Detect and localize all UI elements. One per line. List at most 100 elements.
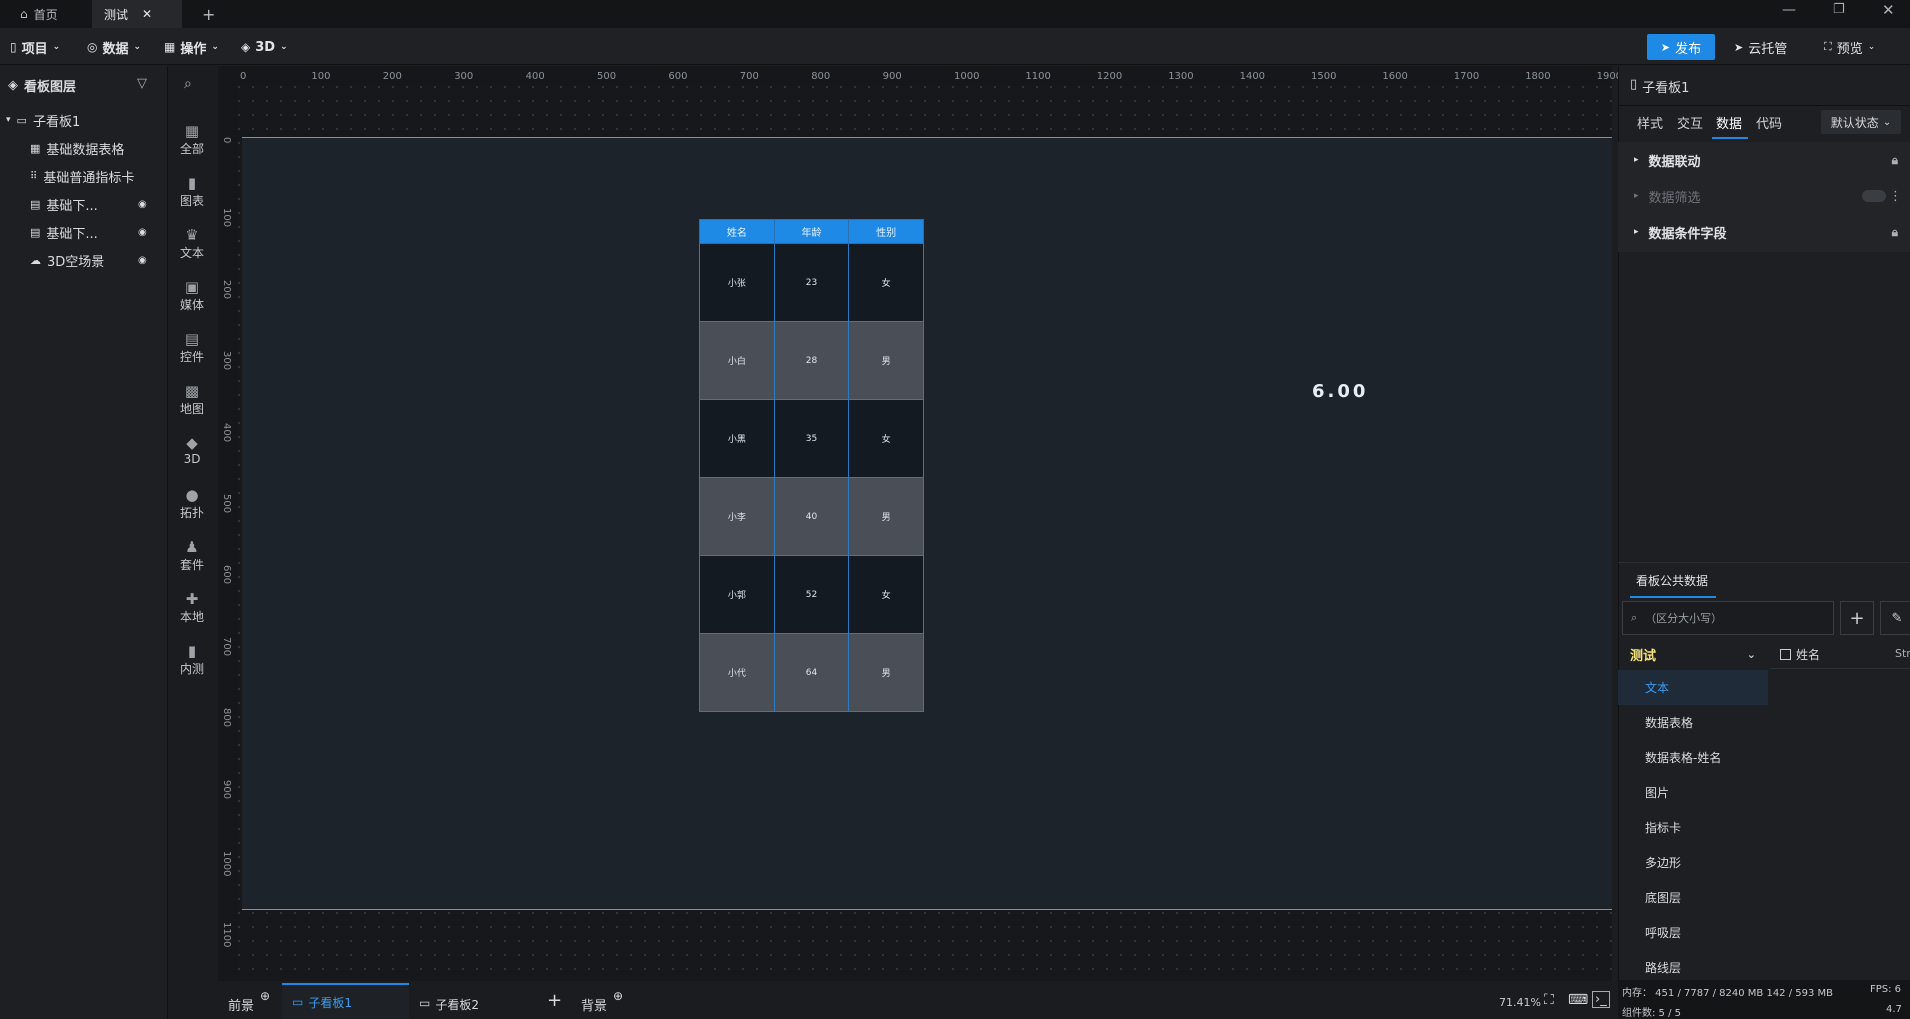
component-count: 组件数: 5 / 5 [1622, 1008, 1681, 1019]
active-tab-indicator [1712, 137, 1748, 139]
background-tab[interactable]: 背景 ⊕ [581, 989, 623, 1014]
component-local[interactable]: ✚ 本地 [167, 590, 217, 625]
close-icon[interactable]: ✕ [142, 7, 152, 21]
board-tab-2[interactable]: ▭ 子看板2 [419, 996, 479, 1013]
metric-card-value[interactable]: 6.00 [1312, 381, 1368, 402]
layers-icon: ◈ [8, 78, 18, 93]
state-select[interactable]: 默认状态 ⌄ [1821, 110, 1901, 134]
table-row: 小张 23 女 [699, 243, 924, 322]
eye-hidden-icon[interactable]: ◉ [138, 255, 147, 266]
bar-chart-icon: ▮ [187, 174, 197, 192]
layer-item[interactable]: ▤ 基础下... ◉ [0, 218, 167, 246]
chevron-down-icon: ⌄ [1746, 647, 1756, 661]
field-row[interactable]: 姓名 [1780, 646, 1820, 663]
component-media[interactable]: ▣ 媒体 [167, 278, 217, 313]
component-chart[interactable]: ▮ 图表 [167, 174, 217, 209]
data-group-select[interactable]: 测试 ⌄ [1618, 640, 1768, 668]
data-list-item-selected[interactable]: 文本 [1618, 670, 1768, 705]
minimize-icon[interactable]: — [1782, 2, 1796, 18]
caret-right-icon: ▸ [1634, 227, 1639, 237]
component-label: 地图 [179, 402, 204, 416]
component-all[interactable]: ▦ 全部 [167, 122, 217, 157]
field-type: Str [1895, 647, 1910, 660]
ruler-tick-label: 300 [221, 351, 232, 371]
add-board-icon[interactable]: + [547, 990, 562, 1011]
publish-button[interactable]: ➤ 发布 [1647, 34, 1715, 60]
terminal-icon[interactable]: ›_ [1592, 991, 1610, 1008]
filter-icon[interactable]: ▽ [137, 76, 147, 91]
component-label: 图表 [179, 194, 204, 208]
component-beta[interactable]: ▮ 内测 [167, 642, 217, 677]
keyboard-icon[interactable]: ⌨ [1568, 992, 1588, 1008]
layer-item[interactable]: ▤ 基础下... ◉ [0, 190, 167, 218]
control-icon: ▤ [184, 330, 200, 348]
filter-toggle[interactable] [1862, 190, 1886, 202]
tab-interaction[interactable]: 交互 [1677, 113, 1703, 132]
foreground-tab[interactable]: 前景 ⊕ [228, 989, 270, 1014]
data-list-item[interactable]: 呼吸层 [1618, 915, 1768, 950]
layer-item[interactable]: ▦ 基础数据表格 [0, 134, 167, 162]
tab-style[interactable]: 样式 [1637, 113, 1663, 132]
data-list-item[interactable]: 数据表格-姓名 [1618, 740, 1768, 775]
ruler-tick-label: 1600 [1382, 71, 1408, 82]
component-3d[interactable]: ◆ 3D [167, 434, 217, 466]
project-menu[interactable]: ▯ 项目 ⌄ [10, 34, 60, 60]
zoom-level[interactable]: 71.41% [1499, 996, 1541, 1009]
tab-home[interactable]: ⌂ 首页 [8, 0, 90, 28]
component-topology[interactable]: ● 拓扑 [167, 486, 217, 521]
data-list-item[interactable]: 指标卡 [1618, 810, 1768, 845]
search-icon[interactable]: ⌕ [184, 76, 192, 92]
board-icon: ▭ [16, 113, 27, 127]
restore-icon[interactable]: ❐ [1833, 2, 1845, 17]
section-data-condition[interactable]: ▸ 数据条件字段 🔒︎ [1618, 214, 1910, 250]
data-list-item[interactable]: 图片 [1618, 775, 1768, 810]
board-tab-2-label: 子看板2 [435, 998, 479, 1012]
eye-hidden-icon[interactable]: ◉ [138, 227, 147, 238]
tab-test[interactable]: 测试 ✕ [92, 0, 182, 28]
search-placeholder: （区分大小写） [1645, 612, 1723, 625]
board-icon: ▭ [292, 995, 304, 1009]
tab-code[interactable]: 代码 [1756, 113, 1782, 132]
operate-menu[interactable]: ▦ 操作 ⌄ [164, 34, 219, 60]
data-search-input[interactable]: ⌕ （区分大小写） [1622, 601, 1834, 635]
board-canvas[interactable] [242, 137, 1612, 910]
component-kit[interactable]: ♟ 套件 [167, 538, 217, 573]
data-list-item[interactable]: 底图层 [1618, 880, 1768, 915]
data-table[interactable]: 姓名 年龄 性别 小张 23 女 小白 28 男 小黑 35 女 小李 40 男 小郭 52 女 小… [699, 219, 924, 712]
layer-root[interactable]: ▾ ▭ 子看板1 [0, 106, 167, 134]
lock-icon[interactable]: 🔒︎ [1892, 153, 1898, 168]
component-control[interactable]: ▤ 控件 [167, 330, 217, 365]
component-map[interactable]: ▩ 地图 [167, 382, 217, 417]
add-circle-icon[interactable]: ⊕ [613, 989, 623, 1008]
section-data-filter[interactable]: ▸ 数据筛选 ⋮ [1618, 178, 1910, 214]
data-list-item[interactable]: 多边形 [1618, 845, 1768, 880]
ruler-tick-label: 1700 [1453, 71, 1480, 82]
board-tab-1[interactable]: ▭ 子看板1 [282, 983, 409, 1019]
component-text[interactable]: ♛ 文本 [167, 226, 217, 261]
project-label: 项目 [21, 41, 48, 57]
eye-hidden-icon[interactable]: ◉ [138, 199, 147, 210]
widget-icon: ▤ [30, 225, 41, 239]
edit-icon[interactable]: ✎ [1880, 601, 1910, 635]
add-data-button[interactable]: + [1840, 601, 1874, 635]
table-cell: 女 [848, 555, 924, 634]
component-label: 套件 [179, 558, 204, 572]
lock-icon[interactable]: 🔒︎ [1892, 225, 1898, 240]
data-list-item[interactable]: 数据表格 [1618, 705, 1768, 740]
window-close-icon[interactable]: ✕ [1882, 1, 1895, 19]
3d-menu[interactable]: ◈ 3D ⌄ [241, 34, 288, 60]
layer-item[interactable]: ☁ 3D空场景 ◉ [0, 246, 167, 274]
grid-icon: ▦ [164, 40, 176, 54]
more-icon[interactable]: ⋮ [1889, 189, 1902, 204]
preview-button[interactable]: ⛶ 预览 ⌄ [1824, 34, 1875, 60]
fit-screen-icon[interactable]: ⛶ [1544, 992, 1554, 1008]
section-data-linkage[interactable]: ▸ 数据联动 🔒︎ [1618, 142, 1910, 178]
data-menu[interactable]: ◎ 数据 ⌄ [87, 34, 141, 60]
layer-item[interactable]: ⠿ 基础普通指标卡 [0, 162, 167, 190]
add-tab-icon[interactable]: + [190, 0, 227, 28]
ruler-tick-label: 1300 [1168, 71, 1194, 82]
field-checkbox[interactable] [1780, 649, 1791, 660]
add-circle-icon[interactable]: ⊕ [260, 989, 270, 1008]
cloud-button[interactable]: ➤ 云托管 [1734, 34, 1787, 60]
tab-data[interactable]: 数据 [1716, 113, 1742, 132]
